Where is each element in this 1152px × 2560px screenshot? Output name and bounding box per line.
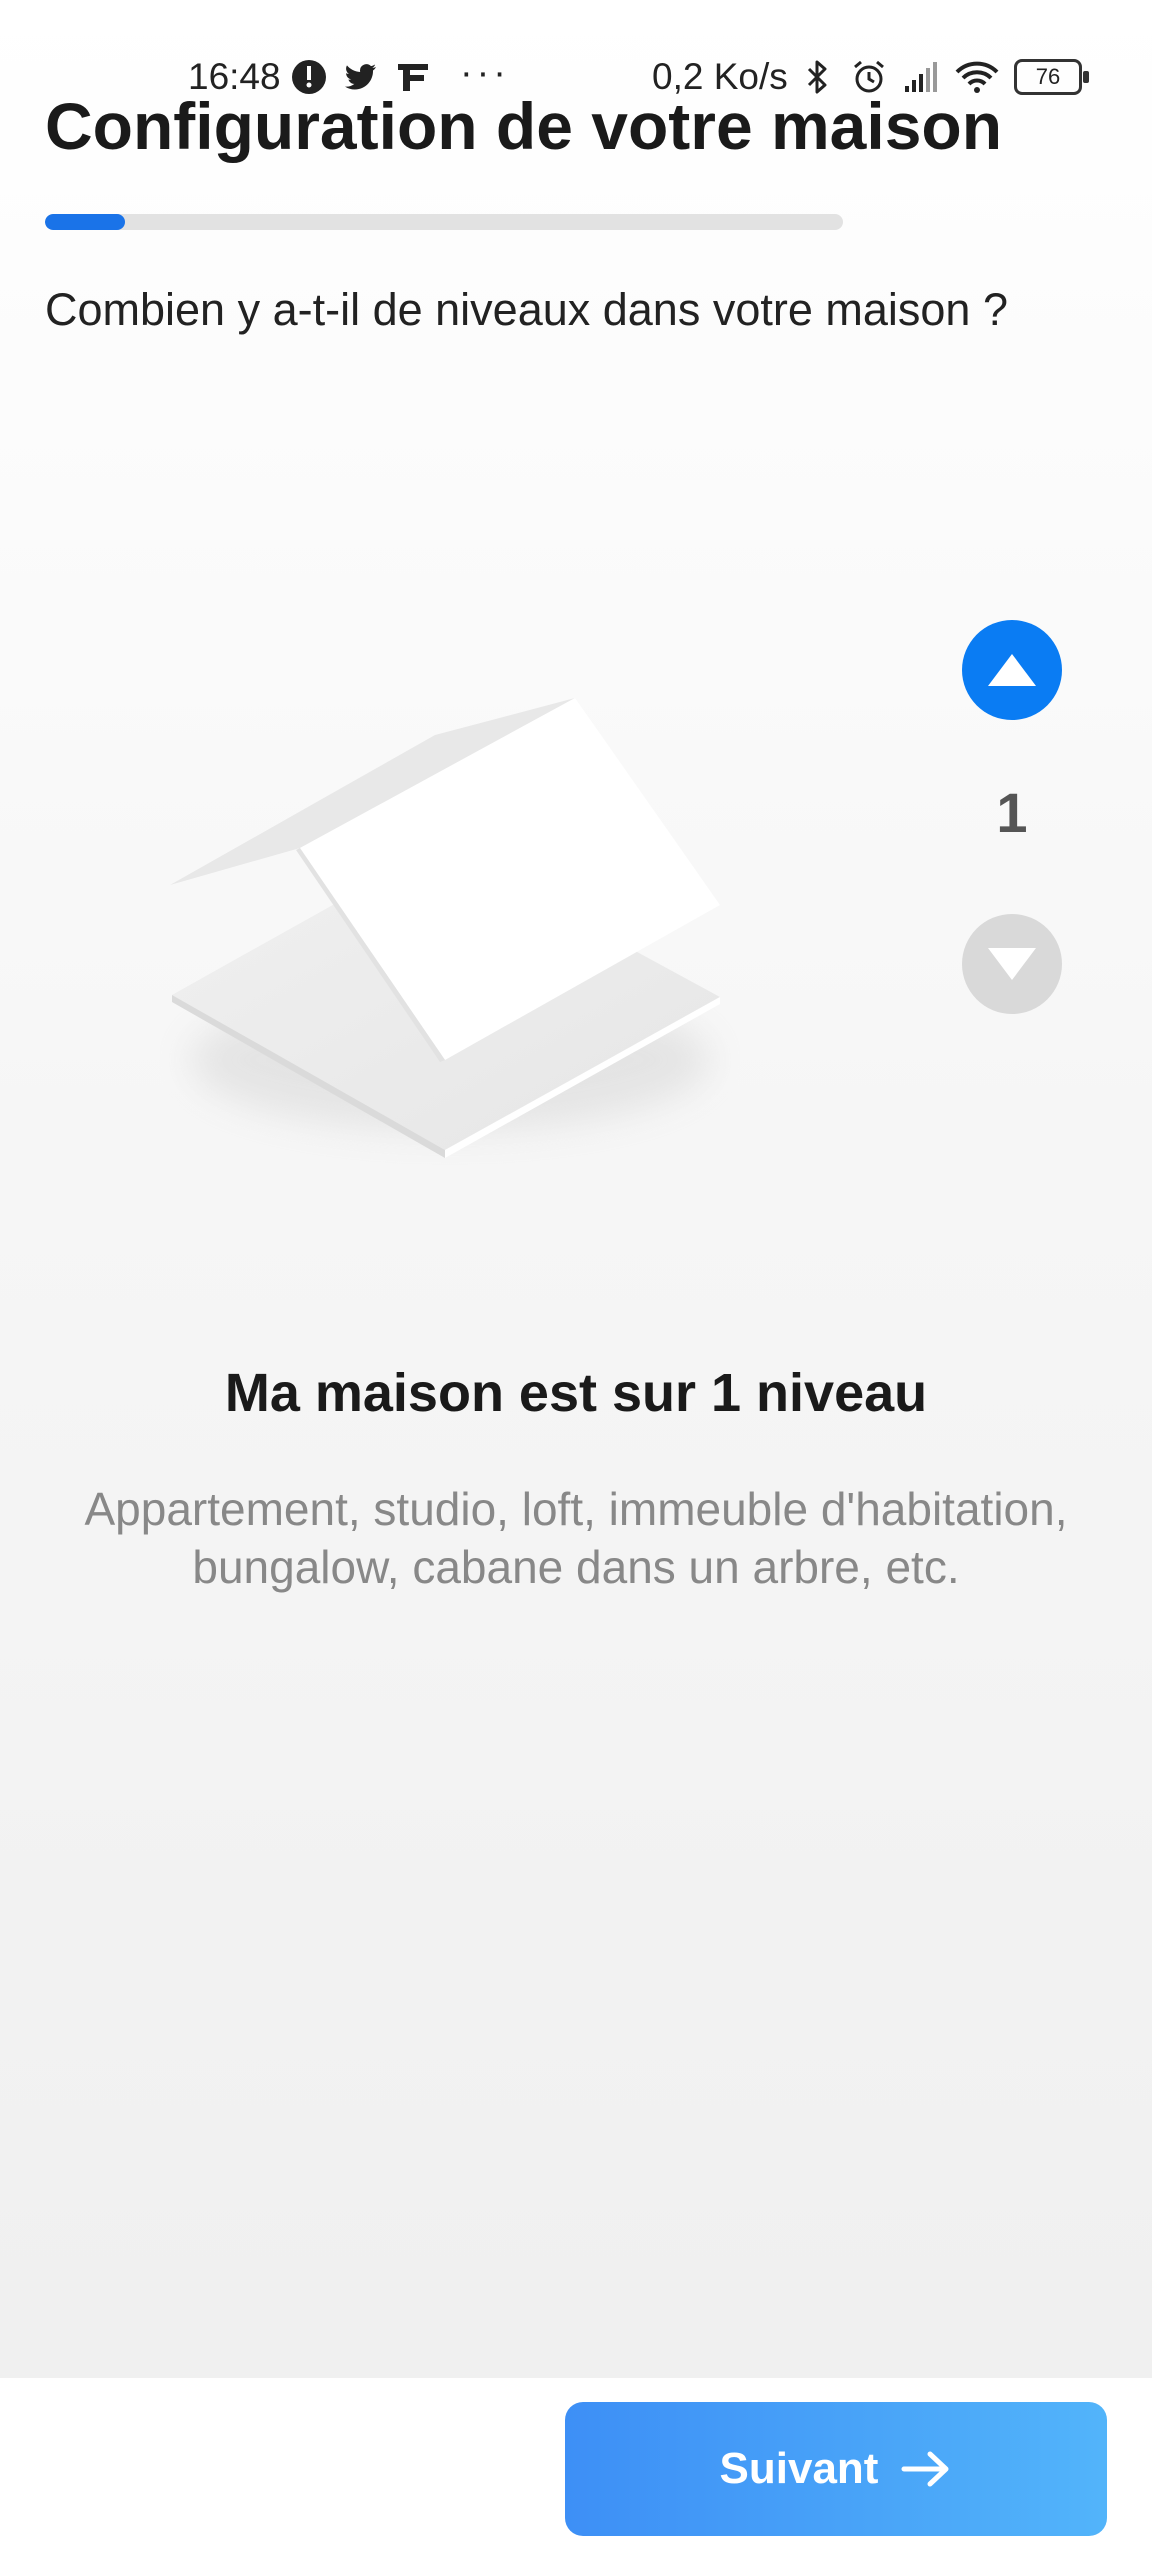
- next-button[interactable]: Suivant: [565, 2402, 1107, 2536]
- triangle-up-icon: [988, 654, 1036, 686]
- level-stepper: 1: [960, 620, 1064, 1014]
- page-title: Configuration de votre maison: [45, 89, 1003, 163]
- increase-button[interactable]: [962, 620, 1062, 720]
- triangle-down-icon: [988, 948, 1036, 980]
- level-count: 1: [996, 781, 1028, 844]
- house-illustration: [170, 698, 720, 1158]
- decrease-button[interactable]: [962, 914, 1062, 1014]
- battery-icon: 76: [1014, 59, 1089, 95]
- battery-level: 76: [1035, 64, 1061, 89]
- question-text: Combien y a-t-il de niveaux dans votre m…: [45, 284, 1008, 335]
- level-title: Ma maison est sur 1 niveau: [224, 1363, 928, 1423]
- progress-bar: [45, 214, 843, 230]
- next-button-label: Suivant: [719, 2444, 879, 2493]
- arrow-right-icon: [901, 2451, 949, 2487]
- level-description: Appartement, studio, loft, immeuble d'ha…: [84, 1483, 1068, 1593]
- progress-fill: [45, 214, 125, 230]
